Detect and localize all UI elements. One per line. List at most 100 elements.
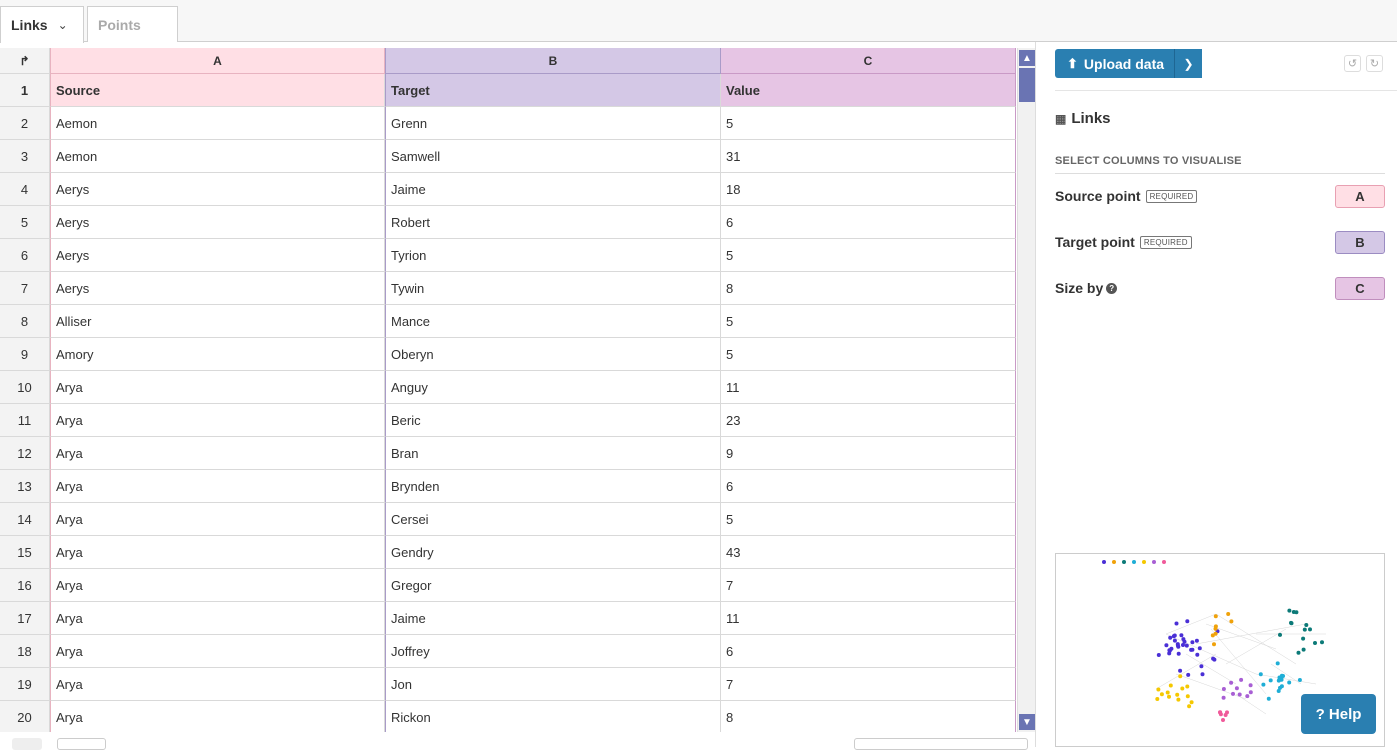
cell-c[interactable]: 7 bbox=[721, 668, 1016, 701]
cell-a[interactable]: Aerys bbox=[50, 239, 385, 272]
cell-c[interactable]: 9 bbox=[721, 437, 1016, 470]
cell-b[interactable]: Grenn bbox=[385, 107, 721, 140]
cell-b[interactable]: Mance bbox=[385, 305, 721, 338]
column-header-a[interactable]: A bbox=[50, 48, 385, 74]
cell-b[interactable]: Bran bbox=[385, 437, 721, 470]
row-number[interactable]: 6 bbox=[0, 239, 50, 272]
cell-a[interactable]: Arya bbox=[50, 470, 385, 503]
row-number[interactable]: 11 bbox=[0, 404, 50, 437]
row-number[interactable]: 18 bbox=[0, 635, 50, 668]
cell-b[interactable]: Jaime bbox=[385, 173, 721, 206]
cell-c[interactable]: Value bbox=[721, 74, 1016, 107]
cell-b[interactable]: Tyrion bbox=[385, 239, 721, 272]
row-number[interactable]: 9 bbox=[0, 338, 50, 371]
column-header-c[interactable]: C bbox=[721, 48, 1016, 74]
cell-c[interactable]: 23 bbox=[721, 404, 1016, 437]
row-number[interactable]: 13 bbox=[0, 470, 50, 503]
cell-b[interactable]: Samwell bbox=[385, 140, 721, 173]
cell-a[interactable]: Source bbox=[50, 74, 385, 107]
column-header-b[interactable]: B bbox=[385, 48, 721, 74]
cell-a[interactable]: Arya bbox=[50, 668, 385, 701]
chevron-down-icon[interactable]: ⌄ bbox=[58, 18, 68, 32]
footer-control[interactable] bbox=[12, 738, 42, 750]
tab-links[interactable]: Links ⌄ bbox=[0, 6, 84, 43]
cell-a[interactable]: Amory bbox=[50, 338, 385, 371]
cell-a[interactable]: Aerys bbox=[50, 272, 385, 305]
row-number[interactable]: 1 bbox=[0, 74, 50, 107]
cell-c[interactable]: 5 bbox=[721, 305, 1016, 338]
cell-b[interactable]: Target bbox=[385, 74, 721, 107]
cell-b[interactable]: Joffrey bbox=[385, 635, 721, 668]
row-number[interactable]: 15 bbox=[0, 536, 50, 569]
cell-b[interactable]: Gregor bbox=[385, 569, 721, 602]
cell-b[interactable]: Beric bbox=[385, 404, 721, 437]
upload-dropdown-button[interactable]: ❯ bbox=[1174, 49, 1202, 78]
cell-c[interactable]: 43 bbox=[721, 536, 1016, 569]
row-number[interactable]: 7 bbox=[0, 272, 50, 305]
cell-c[interactable]: 31 bbox=[721, 140, 1016, 173]
row-number[interactable]: 3 bbox=[0, 140, 50, 173]
undo-icon[interactable]: ↺ bbox=[1344, 55, 1361, 72]
cell-a[interactable]: Aemon bbox=[50, 140, 385, 173]
cell-c[interactable]: 6 bbox=[721, 470, 1016, 503]
help-circle-icon[interactable]: ? bbox=[1106, 282, 1118, 294]
cell-a[interactable]: Arya bbox=[50, 437, 385, 470]
cell-c[interactable]: 5 bbox=[721, 503, 1016, 536]
row-number[interactable]: 19 bbox=[0, 668, 50, 701]
cell-c[interactable]: 5 bbox=[721, 338, 1016, 371]
redo-icon[interactable]: ↻ bbox=[1366, 55, 1383, 72]
cell-c[interactable]: 5 bbox=[721, 239, 1016, 272]
row-number[interactable]: 20 bbox=[0, 701, 50, 732]
cell-c[interactable]: 5 bbox=[721, 107, 1016, 140]
footer-control[interactable] bbox=[854, 738, 1028, 750]
cell-a[interactable]: Arya bbox=[50, 602, 385, 635]
row-number[interactable]: 10 bbox=[0, 371, 50, 404]
row-number[interactable]: 2 bbox=[0, 107, 50, 140]
footer-control[interactable] bbox=[57, 738, 106, 750]
scroll-up-icon[interactable]: ▲ bbox=[1019, 50, 1035, 66]
cell-b[interactable]: Jaime bbox=[385, 602, 721, 635]
cell-b[interactable]: Brynden bbox=[385, 470, 721, 503]
vertical-scrollbar[interactable]: ▲ ▼ bbox=[1017, 48, 1035, 732]
scroll-down-icon[interactable]: ▼ bbox=[1019, 714, 1035, 730]
scroll-thumb[interactable] bbox=[1019, 68, 1035, 102]
cell-b[interactable]: Robert bbox=[385, 206, 721, 239]
cell-a[interactable]: Arya bbox=[50, 536, 385, 569]
size-column-select[interactable]: C bbox=[1335, 277, 1385, 300]
cell-a[interactable]: Arya bbox=[50, 404, 385, 437]
cell-a[interactable]: Arya bbox=[50, 371, 385, 404]
cell-b[interactable]: Oberyn bbox=[385, 338, 721, 371]
cell-b[interactable]: Jon bbox=[385, 668, 721, 701]
help-button[interactable]: ? Help bbox=[1301, 694, 1376, 734]
transpose-icon[interactable]: ↱ bbox=[0, 48, 50, 74]
cell-b[interactable]: Rickon bbox=[385, 701, 721, 732]
cell-a[interactable]: Arya bbox=[50, 569, 385, 602]
cell-c[interactable]: 7 bbox=[721, 569, 1016, 602]
row-number[interactable]: 4 bbox=[0, 173, 50, 206]
row-number[interactable]: 5 bbox=[0, 206, 50, 239]
row-number[interactable]: 16 bbox=[0, 569, 50, 602]
cell-c[interactable]: 18 bbox=[721, 173, 1016, 206]
target-column-select[interactable]: B bbox=[1335, 231, 1385, 254]
cell-c[interactable]: 11 bbox=[721, 602, 1016, 635]
cell-a[interactable]: Aemon bbox=[50, 107, 385, 140]
cell-a[interactable]: Aerys bbox=[50, 206, 385, 239]
tab-points[interactable]: Points bbox=[87, 6, 178, 42]
row-number[interactable]: 14 bbox=[0, 503, 50, 536]
cell-a[interactable]: Alliser bbox=[50, 305, 385, 338]
cell-a[interactable]: Arya bbox=[50, 635, 385, 668]
row-number[interactable]: 8 bbox=[0, 305, 50, 338]
cell-c[interactable]: 8 bbox=[721, 272, 1016, 305]
cell-b[interactable]: Cersei bbox=[385, 503, 721, 536]
cell-c[interactable]: 6 bbox=[721, 635, 1016, 668]
cell-a[interactable]: Aerys bbox=[50, 173, 385, 206]
cell-a[interactable]: Arya bbox=[50, 503, 385, 536]
source-column-select[interactable]: A bbox=[1335, 185, 1385, 208]
cell-b[interactable]: Gendry bbox=[385, 536, 721, 569]
cell-b[interactable]: Tywin bbox=[385, 272, 721, 305]
row-number[interactable]: 17 bbox=[0, 602, 50, 635]
row-number[interactable]: 12 bbox=[0, 437, 50, 470]
cell-c[interactable]: 6 bbox=[721, 206, 1016, 239]
cell-c[interactable]: 11 bbox=[721, 371, 1016, 404]
cell-a[interactable]: Arya bbox=[50, 701, 385, 732]
